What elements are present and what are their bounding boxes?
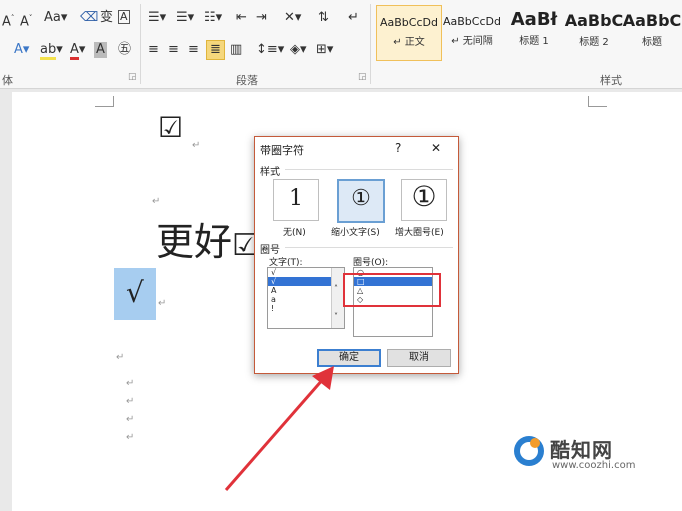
watermark-logo-icon xyxy=(514,436,544,466)
arrow-shaft xyxy=(224,377,326,491)
watermark-name: 酷知网 xyxy=(550,438,613,462)
watermark-url: www.coozhi.com xyxy=(552,460,636,471)
